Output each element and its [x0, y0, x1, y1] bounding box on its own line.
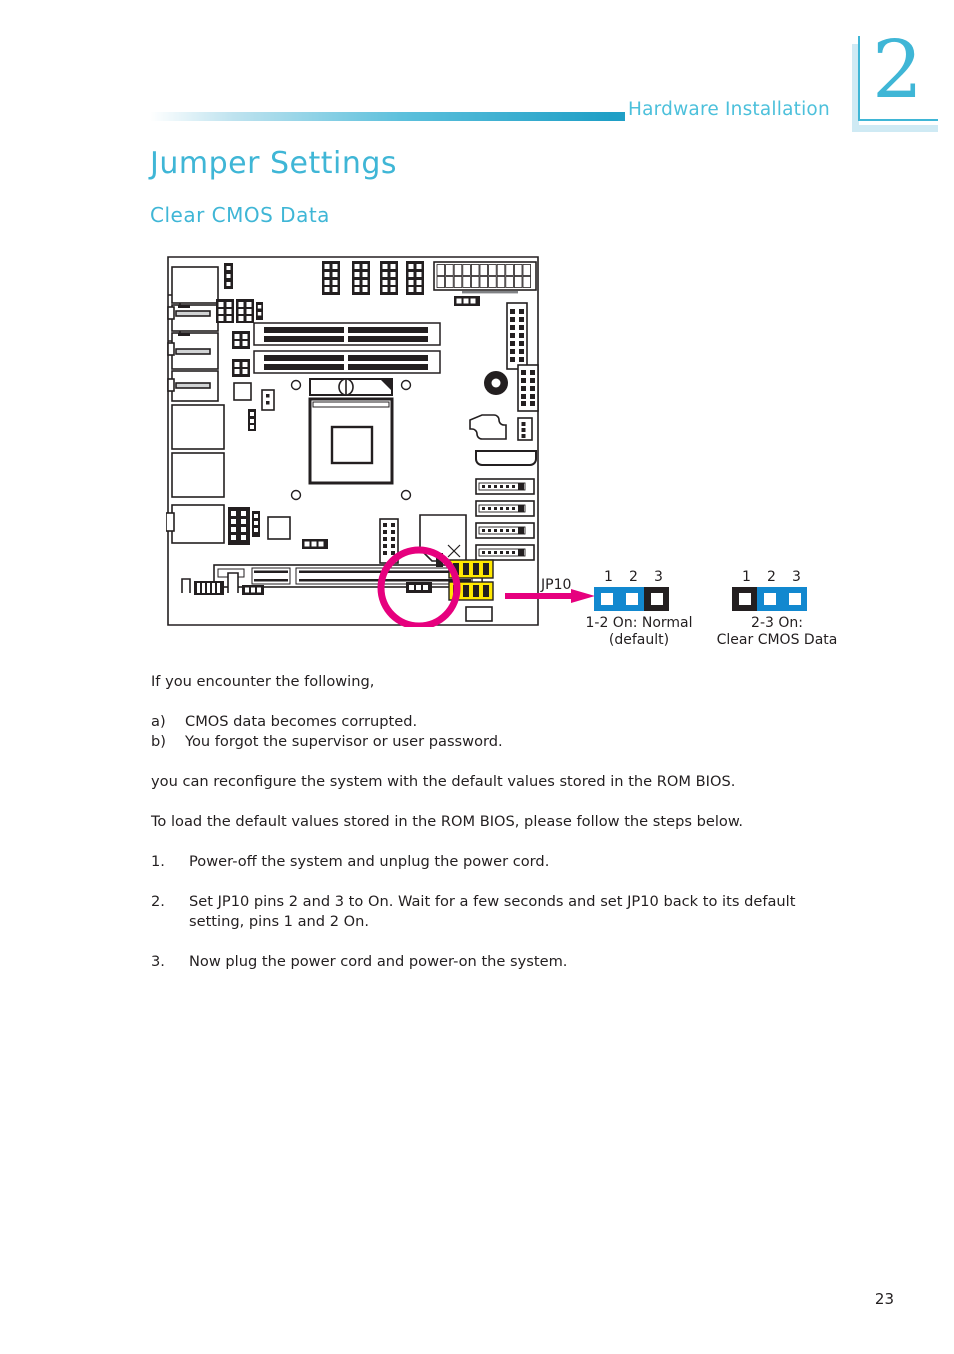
step-marker: 1. — [151, 853, 165, 870]
step-marker: 2. — [151, 893, 165, 910]
pin-3 — [782, 587, 807, 611]
pin-numbers: 1 2 3 — [734, 569, 822, 585]
step-text: Now plug the power cord and power-on the… — [189, 953, 568, 970]
caption-line-1: 2-3 On: — [751, 615, 803, 631]
chapter-bracket-horizontal — [858, 119, 938, 121]
condition-marker: b) — [151, 733, 166, 750]
jumper-caption: 1-2 On: Normal (default) — [570, 615, 708, 649]
page-header: Hardware Installation 2 — [0, 0, 954, 140]
caption-line-2: (default) — [608, 632, 670, 648]
header-gradient-rule — [150, 112, 610, 121]
paragraph-3: To load the default values stored in the… — [151, 813, 744, 830]
step-item: 1. Power-off the system and unplug the p… — [151, 852, 841, 872]
motherboard-diagram — [166, 255, 540, 627]
pin-number: 1 — [742, 569, 751, 585]
pin-2 — [757, 587, 782, 611]
pin-number: 3 — [792, 569, 801, 585]
step-item: 2. Set JP10 pins 2 and 3 to On. Wait for… — [151, 892, 841, 932]
running-title: Hardware Installation — [628, 99, 830, 120]
pin-block — [732, 587, 822, 611]
chapter-bracket-shadow-horizontal — [852, 125, 938, 132]
page-title: Jumper Settings — [150, 146, 398, 181]
condition-text: You forgot the supervisor or user passwo… — [185, 733, 503, 750]
page-number: 23 — [874, 1290, 894, 1308]
jumper-setting-normal: 1 2 3 1-2 On: Normal (default) — [585, 569, 692, 649]
jumper-caption: 2-3 On: Clear CMOS Data — [704, 615, 850, 649]
step-text: Set JP10 pins 2 and 3 to On. Wait for a … — [189, 893, 796, 930]
body-content: If you encounter the following, a) CMOS … — [151, 672, 841, 992]
pin-number: 3 — [654, 569, 663, 585]
pin-1 — [594, 587, 619, 611]
chapter-number: 2 — [872, 23, 923, 116]
pin-number: 1 — [604, 569, 613, 585]
pin-1 — [732, 587, 757, 611]
condition-item: b) You forgot the supervisor or user pas… — [151, 732, 841, 752]
chapter-bracket-vertical — [858, 36, 860, 121]
pin-numbers: 1 2 3 — [596, 569, 684, 585]
pin-block — [594, 587, 684, 611]
step-item: 3. Now plug the power cord and power-on … — [151, 952, 841, 972]
pin-number: 2 — [767, 569, 776, 585]
step-marker: 3. — [151, 953, 165, 970]
pin-3 — [644, 587, 669, 611]
intro-paragraph: If you encounter the following, — [151, 673, 375, 690]
condition-item: a) CMOS data becomes corrupted. — [151, 712, 841, 732]
chapter-marker: 2 — [852, 30, 938, 132]
caption-line-2: Clear CMOS Data — [716, 632, 838, 648]
section-subtitle: Clear CMOS Data — [150, 203, 330, 227]
condition-marker: a) — [151, 713, 166, 730]
header-rule-tail — [610, 112, 625, 121]
jumper-setting-clear-cmos: 1 2 3 2-3 On: Clear CMOS Data — [717, 569, 838, 649]
caption-line-1: 1-2 On: Normal — [585, 615, 693, 631]
step-text: Power-off the system and unplug the powe… — [189, 853, 550, 870]
pin-2 — [619, 587, 644, 611]
pin-number: 2 — [629, 569, 638, 585]
paragraph-2: you can reconfigure the system with the … — [151, 773, 736, 790]
callout-arrow-icon — [505, 589, 595, 603]
condition-text: CMOS data becomes corrupted. — [185, 713, 418, 730]
